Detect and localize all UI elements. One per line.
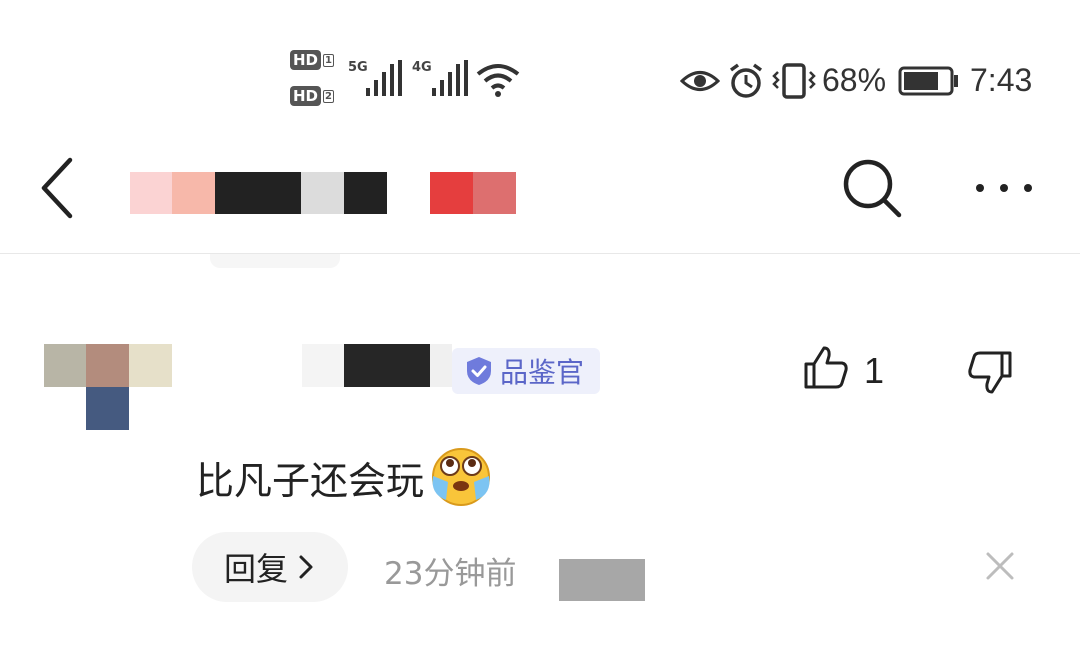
battery-percent: 68%: [822, 62, 887, 98]
alarm-icon: [729, 63, 763, 98]
eye-comfort-icon: [680, 71, 720, 91]
reviewer-badge: 品鉴官: [452, 348, 600, 394]
sim2-indicator: HD 2: [290, 86, 334, 106]
redacted-block: [344, 172, 387, 214]
thumbs-down-icon[interactable]: [966, 350, 1014, 396]
sim2-hd-label: HD: [290, 86, 322, 106]
redacted-block: [559, 559, 645, 601]
reply-button[interactable]: 回复: [192, 532, 348, 602]
chevron-right-icon: [299, 555, 313, 579]
redacted-block: [130, 172, 172, 214]
sim1-hd-label: HD: [290, 50, 322, 70]
back-arrow-icon[interactable]: [38, 156, 78, 220]
redacted-block: [215, 172, 301, 214]
network-4g-label: 4G: [412, 60, 432, 75]
comment-text: 比凡子还会玩: [196, 458, 425, 503]
teary-eyes-emoji-icon: [432, 448, 491, 506]
redacted-block: [301, 172, 344, 214]
sim1-indicator: HD 1: [290, 50, 334, 70]
search-icon[interactable]: [840, 156, 904, 220]
redacted-block: [172, 172, 215, 214]
redacted-block: [430, 344, 452, 387]
redacted-block: [129, 344, 172, 387]
like-count: 1: [864, 350, 885, 391]
signal-bars-icon: [432, 60, 468, 96]
battery-icon: [898, 66, 958, 96]
more-dots-icon[interactable]: [972, 178, 1036, 198]
status-bar: HD 1 HD 2 5G 4G 68% 7:43: [0, 40, 1080, 120]
comment-body: 比凡子还会玩: [196, 446, 494, 508]
header-divider: [0, 253, 1080, 254]
close-icon[interactable]: [985, 551, 1015, 581]
vibrate-icon: [772, 63, 816, 99]
redacted-block: [86, 387, 129, 430]
sim1-index: 1: [323, 54, 334, 67]
redacted-block: [430, 172, 473, 214]
clock-time: 7:43: [970, 62, 1033, 98]
wifi-icon: [476, 64, 520, 97]
redacted-block: [86, 344, 129, 387]
comment-timestamp: 23分钟前: [384, 556, 517, 592]
thumbs-up-icon[interactable]: [802, 344, 850, 390]
redacted-block: [302, 344, 344, 387]
redacted-block: [44, 344, 86, 387]
badge-label: 品鉴官: [500, 356, 585, 389]
signal-bars-icon: [366, 60, 402, 96]
reply-label: 回复: [223, 550, 288, 588]
verified-shield-icon: [467, 357, 491, 385]
sim2-index: 2: [323, 90, 334, 103]
previous-item-remnant: [210, 254, 340, 268]
redacted-block: [473, 172, 516, 214]
redacted-block: [344, 344, 430, 387]
